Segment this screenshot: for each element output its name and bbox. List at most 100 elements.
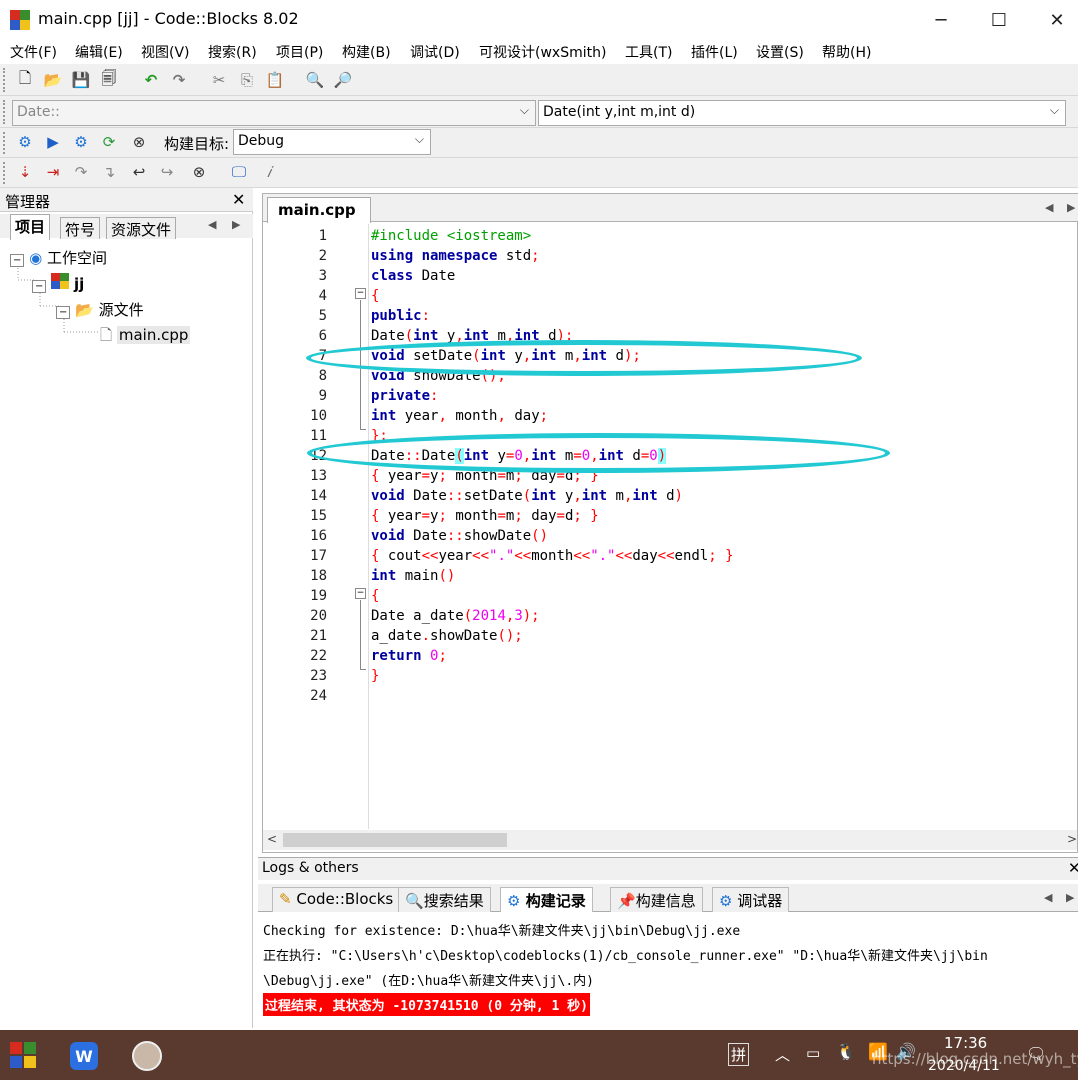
tab-resources[interactable]: 资源文件 (106, 217, 177, 239)
code-line[interactable]: #include <iostream> (371, 226, 531, 246)
save-all-icon[interactable]: 🗐 (98, 69, 120, 91)
collapse-icon[interactable]: − (10, 254, 25, 267)
close-button[interactable]: ✕ (1034, 0, 1078, 40)
rebuild-icon[interactable]: ⟳ (98, 131, 120, 153)
redo-icon[interactable]: ↷ (168, 69, 190, 91)
code-area[interactable]: #include <iostream> using namespace std; c… (371, 224, 1071, 829)
save-icon[interactable]: 💾 (70, 69, 92, 91)
tab-scroll-right-icon[interactable]: ▶ (1066, 891, 1074, 904)
tab-projects[interactable]: 项目 (10, 214, 51, 240)
function-combo[interactable]: Date(int y,int m,int d) ⌵ (538, 100, 1066, 126)
scrollbar-thumb[interactable] (283, 833, 507, 847)
menu-settings[interactable]: 设置(S) (756, 42, 804, 62)
paste-icon[interactable]: 📋 (264, 69, 286, 91)
avatar[interactable] (132, 1041, 162, 1071)
undo-icon[interactable]: ↶ (140, 69, 162, 91)
code-line[interactable]: a_date.showDate(); (371, 626, 523, 646)
code-line[interactable]: int year, month, day; (371, 406, 548, 426)
horizontal-scrollbar[interactable]: < > (263, 830, 1077, 850)
menu-plugins[interactable]: 插件(L) (691, 42, 738, 62)
info-icon[interactable]: 𝑖 (258, 161, 280, 183)
menu-view[interactable]: 视图(V) (141, 42, 190, 62)
code-line[interactable]: { (371, 286, 379, 306)
menu-search[interactable]: 搜索(R) (208, 42, 257, 62)
next-instruction-icon[interactable]: ↴ (98, 161, 120, 183)
open-file-icon[interactable]: 📂 (42, 69, 64, 91)
debug-windows-icon[interactable]: 🖵 (228, 161, 250, 183)
menu-edit[interactable]: 编辑(E) (75, 42, 123, 62)
scope-combo[interactable]: Date:: ⌵ (12, 100, 536, 126)
cut-icon[interactable]: ✂ (208, 69, 230, 91)
code-line[interactable]: { (371, 586, 379, 606)
run-icon[interactable]: ▶ (42, 131, 64, 153)
debug-start-icon[interactable]: ⇣ (14, 161, 36, 183)
code-line[interactable]: Date a_date(2014,3); (371, 606, 540, 626)
menu-debug[interactable]: 调试(D) (410, 42, 460, 62)
menu-tools[interactable]: 工具(T) (625, 42, 672, 62)
line-number: 11 (310, 428, 327, 444)
tree-project[interactable]: − jj (32, 273, 84, 293)
replace-icon[interactable]: 🔎 (332, 69, 354, 91)
wps-app-icon[interactable]: W (70, 1042, 98, 1070)
tree-file[interactable]: 🗋 main.cpp (100, 325, 191, 350)
code-line[interactable]: void Date::setDate(int y,int m,int d) (371, 486, 683, 506)
tab-build-log[interactable]: ⚙ 构建记录 (500, 887, 593, 912)
abort-icon[interactable]: ⊗ (128, 131, 150, 153)
tab-codeblocks-log[interactable]: ✎ Code::Blocks (272, 887, 401, 912)
tree-folder[interactable]: − 📂 源文件 (56, 299, 144, 320)
menu-build[interactable]: 构建(B) (342, 42, 391, 62)
tab-main-cpp[interactable]: main.cpp ✕ (267, 197, 371, 237)
collapse-icon[interactable]: − (56, 306, 71, 319)
scroll-right-icon[interactable]: > (1067, 832, 1077, 846)
stop-debugger-icon[interactable]: ⊗ (188, 161, 210, 183)
code-line[interactable]: int main() (371, 566, 455, 586)
menu-wxsmith[interactable]: 可视设计(wxSmith) (479, 42, 606, 62)
code-line[interactable]: void Date::showDate() (371, 526, 548, 546)
code-line[interactable]: using namespace std; (371, 246, 540, 266)
tab-build-messages[interactable]: 📌构建信息 (610, 887, 703, 912)
close-icon[interactable]: ✕ (232, 190, 245, 209)
code-line[interactable]: private: (371, 386, 438, 406)
code-line[interactable]: class Date (371, 266, 455, 286)
fold-icon[interactable]: − (355, 288, 366, 299)
start-button[interactable] (10, 1042, 36, 1072)
code-line[interactable]: { cout<<year<<"."<<month<<"."<<day<<endl… (371, 546, 734, 566)
run-to-cursor-icon[interactable]: ⇥ (42, 161, 64, 183)
ime-indicator[interactable]: 拼 (728, 1043, 750, 1066)
code-line[interactable]: public: (371, 306, 430, 326)
menu-help[interactable]: 帮助(H) (822, 42, 871, 62)
code-line[interactable]: } (371, 666, 379, 686)
next-line-icon[interactable]: ↷ (70, 161, 92, 183)
tab-search-results[interactable]: 🔍搜索结果 (398, 887, 491, 912)
tab-scroll-right-icon[interactable]: ▶ (1067, 201, 1075, 214)
maximize-button[interactable]: ☐ (976, 0, 1022, 40)
tab-scroll-right-icon[interactable]: ▶ (232, 218, 240, 231)
menu-file[interactable]: 文件(F) (10, 42, 57, 62)
tab-symbols[interactable]: 符号 (60, 217, 101, 239)
code-line[interactable]: return 0; (371, 646, 447, 666)
menu-project[interactable]: 项目(P) (276, 42, 323, 62)
step-out-icon[interactable]: ↪ (156, 161, 178, 183)
build-icon[interactable]: ⚙ (14, 131, 36, 153)
copy-icon[interactable]: ⎘ (236, 69, 258, 91)
fold-icon[interactable]: − (355, 588, 366, 599)
tab-scroll-left-icon[interactable]: ◀ (1044, 891, 1052, 904)
tree-workspace[interactable]: − ◉ 工作空间 (10, 247, 107, 268)
notification-icon[interactable]: 🗨 (1026, 1044, 1046, 1063)
build-target-combo[interactable]: Debug ⌵ (233, 129, 431, 155)
minimize-button[interactable]: ─ (918, 0, 964, 40)
new-file-icon[interactable]: 🗋 (14, 69, 36, 91)
step-into-icon[interactable]: ↩ (128, 161, 150, 183)
scroll-left-icon[interactable]: < (267, 832, 277, 846)
tab-debugger[interactable]: ⚙ 调试器 (712, 887, 790, 912)
tab-scroll-left-icon[interactable]: ◀ (208, 218, 216, 231)
chevron-up-icon[interactable]: ︿ (775, 1044, 790, 1065)
qq-icon[interactable]: 🐧 (836, 1042, 856, 1061)
battery-icon[interactable]: ▭ (806, 1044, 820, 1062)
build-and-run-icon[interactable]: ⚙ (70, 131, 92, 153)
find-icon[interactable]: 🔍 (304, 69, 326, 91)
collapse-icon[interactable]: − (32, 280, 47, 293)
tab-scroll-left-icon[interactable]: ◀ (1045, 201, 1053, 214)
code-line[interactable]: { year=y; month=m; day=d; } (371, 506, 599, 526)
close-icon[interactable]: ✕ (1068, 859, 1078, 877)
